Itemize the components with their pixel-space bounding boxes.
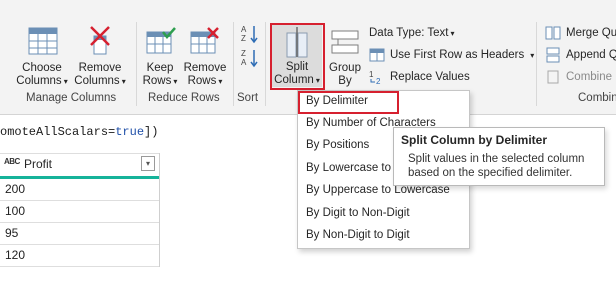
sort-ascending-button[interactable]: A Z xyxy=(240,24,260,44)
chevron-down-icon: ▾ xyxy=(173,77,178,86)
formula-suffix: ]) xyxy=(144,125,159,139)
keep-rows-label-1: Keep xyxy=(146,62,174,74)
table-row[interactable]: 120 xyxy=(0,245,159,267)
group-label-reduce-rows: Reduce Rows xyxy=(148,92,220,104)
combine-files-label: Combine F xyxy=(566,71,616,83)
remove-columns-button[interactable]: Remove Columns ▾ xyxy=(72,24,128,88)
sort-descending-button[interactable]: Z A xyxy=(240,48,260,68)
tooltip: Split Column by Delimiter Split values i… xyxy=(393,127,605,186)
chevron-down-icon: ▾ xyxy=(63,77,68,86)
use-first-row-label: Use First Row as Headers xyxy=(390,49,525,61)
column-header-profit[interactable]: ABC Profit ▾ xyxy=(0,153,159,179)
replace-values-icon: 12 xyxy=(369,69,385,86)
by-delimiter-highlight xyxy=(298,91,399,114)
group-by-label-2: By xyxy=(338,75,352,87)
table-row[interactable]: 200 xyxy=(0,179,159,201)
keep-rows-button[interactable]: Keep Rows ▾ xyxy=(141,24,179,88)
combine-files-icon xyxy=(545,69,561,85)
chevron-down-icon: ▾ xyxy=(530,50,535,60)
remove-rows-label-2: Rows ▾ xyxy=(183,75,227,88)
remove-rows-icon xyxy=(190,27,219,54)
data-table: ABC Profit ▾ 200 100 95 120 xyxy=(0,153,160,267)
merge-queries-button[interactable]: Merge Qu xyxy=(545,24,616,42)
data-type-label: Data Type: Text xyxy=(369,27,449,39)
remove-rows-label-1: Remove xyxy=(183,62,227,74)
table-row[interactable]: 95 xyxy=(0,223,159,245)
append-queries-icon xyxy=(545,47,561,63)
use-first-row-icon xyxy=(369,47,385,63)
tooltip-body-line-2: based on the specified delimiter. xyxy=(408,167,573,179)
chevron-down-icon: ▾ xyxy=(218,77,223,86)
replace-values-label: Replace Values xyxy=(390,71,470,83)
merge-queries-icon xyxy=(545,25,561,41)
keep-rows-icon xyxy=(146,27,176,54)
svg-text:A: A xyxy=(241,58,247,67)
choose-columns-button[interactable]: Choose Columns ▾ xyxy=(12,24,72,88)
keep-rows-label-2: Rows ▾ xyxy=(141,75,179,88)
data-type-dropdown[interactable]: Data Type: Text ▾ xyxy=(369,24,455,42)
merge-queries-label: Merge Qu xyxy=(566,27,616,39)
formula-bar[interactable]: omoteAllScalars=true]) xyxy=(0,125,280,143)
sort-ascending-icon: A Z xyxy=(241,25,258,44)
combine-files-button[interactable]: Combine F xyxy=(545,68,616,86)
group-label-combine: Combin xyxy=(578,92,616,104)
remove-columns-icon xyxy=(90,26,110,55)
replace-values-button[interactable]: 12 Replace Values xyxy=(369,68,470,86)
menu-item-by-positions[interactable]: By Positions xyxy=(306,136,369,155)
separator xyxy=(536,22,537,106)
keep-rows-label-2-text: Rows xyxy=(142,75,172,87)
formula-prefix: omoteAllScalars= xyxy=(0,125,116,139)
svg-text:2: 2 xyxy=(376,77,381,85)
append-queries-label: Append Qu xyxy=(566,49,616,61)
separator xyxy=(233,22,234,106)
choose-columns-label-1: Choose xyxy=(22,62,62,74)
formula-keyword: true xyxy=(115,125,145,139)
remove-rows-button[interactable]: Remove Rows ▾ xyxy=(183,24,227,88)
separator xyxy=(136,22,137,106)
append-queries-button[interactable]: Append Qu xyxy=(545,46,616,64)
chevron-down-icon: ▾ xyxy=(450,28,455,38)
chevron-down-icon: ▾ xyxy=(121,77,126,86)
table-row[interactable]: 100 xyxy=(0,201,159,223)
svg-text:A: A xyxy=(241,25,247,34)
remove-columns-label-2: Columns ▾ xyxy=(72,75,128,88)
menu-item-by-non-digit-to-digit[interactable]: By Non-Digit to Digit xyxy=(306,226,410,245)
tooltip-body-line-1: Split values in the selected column xyxy=(408,153,585,165)
svg-text:Z: Z xyxy=(241,49,246,58)
column-filter-button[interactable]: ▾ xyxy=(141,156,155,171)
group-label-manage-columns: Manage Columns xyxy=(26,92,117,104)
svg-text:1: 1 xyxy=(369,70,374,79)
menu-item-by-digit-to-non-digit[interactable]: By Digit to Non-Digit xyxy=(306,204,410,223)
tooltip-title: Split Column by Delimiter xyxy=(401,133,548,147)
group-label-sort: Sort xyxy=(237,92,259,104)
choose-columns-label-2: Columns ▾ xyxy=(12,75,72,88)
choose-columns-label-2-text: Columns xyxy=(16,75,62,87)
svg-text:Z: Z xyxy=(241,34,246,43)
use-first-row-button[interactable]: Use First Row as Headers ▾ xyxy=(369,46,534,64)
column-header-label: Profit xyxy=(24,157,53,171)
separator xyxy=(265,22,266,106)
group-by-label-1: Group xyxy=(329,62,361,74)
sort-descending-icon: Z A xyxy=(241,49,258,68)
remove-columns-label-1: Remove xyxy=(78,62,122,74)
choose-columns-icon xyxy=(28,27,58,55)
group-by-icon xyxy=(331,30,359,54)
remove-rows-label-2-text: Rows xyxy=(187,75,217,87)
column-type-icon[interactable]: ABC xyxy=(4,157,20,166)
remove-columns-label-2-text: Columns xyxy=(74,75,120,87)
group-by-button[interactable]: Group By xyxy=(325,24,365,88)
split-column-highlight xyxy=(270,23,325,90)
